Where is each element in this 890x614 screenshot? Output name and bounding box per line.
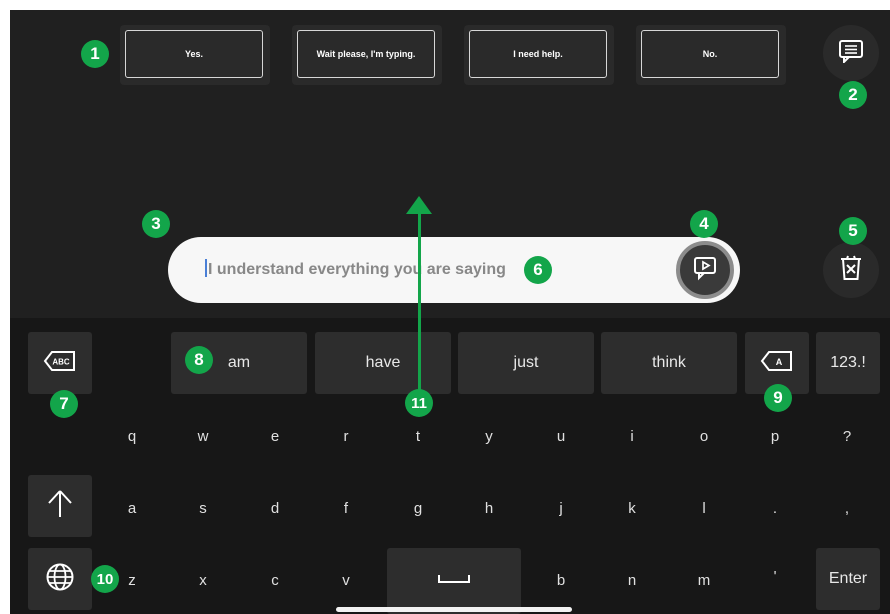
annotation-badge-8: 8: [185, 346, 213, 374]
svg-text:ABC: ABC: [52, 357, 70, 366]
key-b[interactable]: b: [541, 565, 581, 595]
delete-word-key[interactable]: ABC: [28, 332, 92, 394]
annotation-badge-11: 11: [405, 389, 433, 417]
annotation-badge-4: 4: [690, 210, 718, 238]
key-e[interactable]: e: [255, 421, 295, 451]
quick-phrases-button[interactable]: [823, 25, 879, 81]
phrase-label: Yes.: [125, 30, 263, 78]
backspace-a-icon: A: [760, 350, 794, 377]
annotation-badge-10: 10: [91, 565, 119, 593]
annotation-badge-9: 9: [764, 384, 792, 412]
annotation-badge-3: 3: [142, 210, 170, 238]
phrase-button-help[interactable]: I need help.: [464, 25, 614, 85]
play-speech-icon: [692, 255, 718, 286]
globe-icon: [45, 562, 75, 597]
phrase-button-yes[interactable]: Yes.: [120, 25, 270, 85]
key-j[interactable]: j: [541, 493, 581, 523]
svg-text:A: A: [776, 357, 783, 367]
shift-arrow-icon: [47, 489, 73, 524]
phrase-button-wait[interactable]: Wait please, I'm typing.: [292, 25, 442, 85]
mode-label: 123.!: [830, 354, 866, 371]
key-k[interactable]: k: [612, 493, 652, 523]
key-g[interactable]: g: [398, 493, 438, 523]
key-p[interactable]: p: [755, 421, 795, 451]
key-m[interactable]: m: [684, 565, 724, 595]
key-u[interactable]: u: [541, 421, 581, 451]
annotation-badge-1: 1: [81, 40, 109, 68]
language-key[interactable]: [28, 548, 92, 610]
space-key[interactable]: [387, 548, 521, 614]
key-i[interactable]: i: [612, 421, 652, 451]
phrase-label: Wait please, I'm typing.: [297, 30, 435, 78]
suggestion-label: just: [513, 354, 539, 371]
key-r[interactable]: r: [326, 421, 366, 451]
phrase-button-no[interactable]: No.: [636, 25, 786, 85]
annotation-badge-5: 5: [839, 217, 867, 245]
key-v[interactable]: v: [326, 565, 366, 595]
suggestion-label: think: [652, 354, 686, 371]
suggestion-label: have: [365, 354, 401, 371]
message-icon: [838, 39, 864, 68]
shift-key[interactable]: [28, 475, 92, 537]
key-n[interactable]: n: [612, 565, 652, 595]
key-h[interactable]: h: [469, 493, 509, 523]
suggestion-just[interactable]: just: [458, 332, 594, 394]
trash-clear-icon: [838, 254, 864, 287]
backspace-abc-icon: ABC: [43, 350, 77, 377]
key-f[interactable]: f: [326, 493, 366, 523]
message-value: I understand everything you are saying: [208, 261, 506, 278]
message-text: I understand everything you are saying: [205, 259, 506, 279]
key-apostrophe[interactable]: ': [755, 561, 795, 591]
text-cursor: [205, 259, 207, 277]
annotation-arrow-head: [406, 196, 432, 214]
key-period[interactable]: .: [755, 493, 795, 523]
enter-key[interactable]: Enter: [816, 548, 880, 610]
key-w[interactable]: w: [183, 421, 223, 451]
key-x[interactable]: x: [183, 565, 223, 595]
key-comma[interactable]: ,: [827, 493, 867, 523]
phrase-label: I need help.: [469, 30, 607, 78]
key-o[interactable]: o: [684, 421, 724, 451]
space-icon: [437, 572, 471, 590]
key-y[interactable]: y: [469, 421, 509, 451]
key-question[interactable]: ?: [827, 421, 867, 451]
home-indicator: [336, 607, 572, 612]
key-c[interactable]: c: [255, 565, 295, 595]
clear-text-button[interactable]: [823, 242, 879, 298]
annotation-badge-2: 2: [839, 81, 867, 109]
speak-button[interactable]: [676, 241, 734, 299]
key-d[interactable]: d: [255, 493, 295, 523]
phrase-label: No.: [641, 30, 779, 78]
annotation-arrow-line: [418, 208, 421, 400]
annotation-badge-7: 7: [50, 390, 78, 418]
key-s[interactable]: s: [183, 493, 223, 523]
key-q[interactable]: q: [112, 421, 152, 451]
suggestion-have[interactable]: have: [315, 332, 451, 394]
key-a[interactable]: a: [112, 493, 152, 523]
suggestion-label: am: [227, 354, 251, 371]
key-l[interactable]: l: [684, 493, 724, 523]
key-t[interactable]: t: [398, 421, 438, 451]
numbers-mode-key[interactable]: 123.!: [816, 332, 880, 394]
suggestion-think[interactable]: think: [601, 332, 737, 394]
enter-label: Enter: [828, 570, 868, 587]
annotation-badge-6: 6: [524, 256, 552, 284]
message-input[interactable]: I understand everything you are saying: [168, 237, 740, 303]
